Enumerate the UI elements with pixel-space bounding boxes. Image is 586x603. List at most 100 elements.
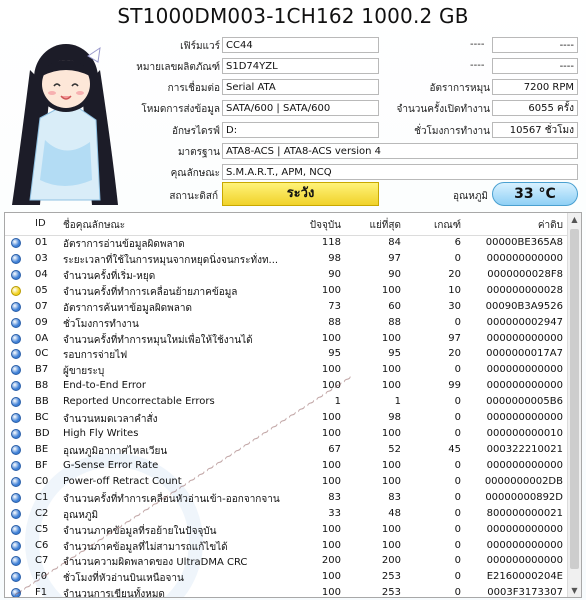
attribute-name: ผู้ขายระบุ (63, 366, 105, 378)
attribute-threshold: 0 (454, 412, 461, 424)
attribute-id: B8 (35, 380, 49, 392)
temperature-button[interactable]: 33 °C (492, 182, 578, 206)
crystaldiskinfo-window: ST1000DM003-1CH162 1000.2 GB เฟิร์มแวร์ … (0, 0, 586, 603)
attribute-name: อัตราการค้นหาข้อมูลผิดพลาด (63, 302, 193, 314)
table-row[interactable]: C0 Power-off Retract Count 100 100 0 00000000… (5, 474, 569, 490)
status-dot-icon (11, 253, 21, 264)
table-row[interactable]: 07 อัตราการค้นหาข้อมูลผิดพลาด 73 60 30 00090B… (5, 299, 569, 315)
table-row[interactable]: 04 จำนวนครั้งที่เริ่ม-หยุด 90 90 20 000000002… (5, 267, 569, 283)
attribute-id: BE (35, 443, 49, 455)
attribute-name: จำนวนภาคข้อมูลที่ไม่สามารถแก้ไขได้ (63, 541, 228, 553)
status-dot-icon (11, 301, 21, 312)
header-threshold[interactable]: เกณฑ์ (434, 218, 461, 233)
scroll-down-icon[interactable]: ▼ (568, 584, 581, 597)
vertical-scrollbar[interactable]: ▲ ▼ (567, 213, 581, 597)
attribute-raw: 0000000002DB (484, 475, 563, 487)
status-dot-icon (11, 397, 21, 408)
attribute-id: 01 (35, 237, 48, 248)
attribute-threshold: 0 (454, 428, 461, 440)
attribute-raw: 00000BE365A8 (485, 237, 563, 248)
attribute-name: รอบการจ่ายไฟ (63, 350, 128, 362)
table-row[interactable]: 0C รอบการจ่ายไฟ 95 95 20 0000000017A7 (5, 346, 569, 362)
attribute-raw: 0000000017A7 (486, 348, 563, 360)
attribute-raw: 00000000892D (485, 491, 563, 503)
table-row[interactable]: B8 End-to-End Error 100 100 99 000000000000 (5, 378, 569, 394)
header-worst[interactable]: แย่ที่สุด (370, 218, 402, 233)
table-row[interactable]: 0A จำนวนครั้งที่ทำการหมุนใหม่เพื่อให้ใช้ง… (5, 331, 569, 347)
features-label: คุณลักษณะ (170, 168, 220, 179)
table-row[interactable]: 01 อัตราการอ่านข้อมูลผิดพลาด 118 84 6 00000BE… (5, 235, 569, 251)
attribute-current: 67 (328, 443, 341, 455)
table-row[interactable]: C5 จำนวนภาคข้อมูลที่รอย้ายในปัจจุบัน 100 10… (5, 522, 569, 538)
attribute-worst: 90 (388, 268, 401, 280)
table-row[interactable]: 09 ชั่วโมงการทำงาน 88 88 0 000000002947 (5, 315, 569, 331)
table-body: 01 อัตราการอ่านข้อมูลผิดพลาด 118 84 6 00000BE… (5, 235, 569, 598)
power-on-count-label: จำนวนครั้งเปิดทำงาน (396, 104, 490, 115)
empty-value-1: ---- (470, 39, 485, 50)
attribute-id: B7 (35, 364, 49, 376)
attribute-id: BF (35, 459, 48, 471)
attribute-worst: 98 (388, 412, 401, 424)
attribute-name: ชั่วโมงที่หัวอ่านบินเหนือจาน (63, 573, 184, 585)
table-row[interactable]: BB Reported Uncorrectable Errors 1 1 0 000000… (5, 394, 569, 410)
empty-field-2: ---- (492, 58, 578, 74)
attribute-raw: 0000000028F8 (487, 268, 563, 280)
attribute-threshold: 10 (448, 284, 461, 296)
attribute-id: 0A (35, 332, 49, 344)
header-raw[interactable]: ค่าดิบ (538, 218, 563, 233)
empty-field-1: ---- (492, 37, 578, 53)
interface-field: Serial ATA (222, 79, 379, 95)
attribute-threshold: 0 (454, 571, 461, 583)
attribute-threshold: 99 (448, 380, 461, 392)
drive-letter-field: D: (222, 122, 379, 138)
table-row[interactable]: BE อุณหภูมิอากาศไหลเวียน 67 52 45 00032221002… (5, 442, 569, 458)
attribute-worst: 253 (381, 587, 401, 598)
table-row[interactable]: F1 จำนวนการเขียนทั้งหมด 100 253 0 0003F317330… (5, 585, 569, 598)
attribute-threshold: 97 (448, 332, 461, 344)
table-row[interactable]: F0 ชั่วโมงที่หัวอ่านบินเหนือจาน 100 253 0 E21… (5, 569, 569, 585)
health-status-button[interactable]: ระวัง (222, 182, 379, 206)
table-row[interactable]: BF G-Sense Error Rate 100 100 0 000000000000 (5, 458, 569, 474)
table-row[interactable]: B7 ผู้ขายระบุ 100 100 0 000000000000 (5, 362, 569, 378)
attribute-threshold: 0 (454, 555, 461, 567)
scroll-thumb[interactable] (570, 229, 579, 569)
attribute-threshold: 20 (448, 268, 461, 280)
table-row[interactable]: C6 จำนวนภาคข้อมูลที่ไม่สามารถแก้ไขได้ 100 1… (5, 538, 569, 554)
table-row[interactable]: C1 จำนวนครั้งที่ทำการเคลื่อนหัวอ่านเข้า-อ… (5, 490, 569, 506)
table-row[interactable]: C7 จำนวนความผิดพลาดของ UltraDMA CRC 200 200… (5, 553, 569, 569)
transfer-mode-field: SATA/600 | SATA/600 (222, 100, 379, 116)
power-on-hours-field: 10567 ชั่วโมง (492, 122, 578, 138)
table-row[interactable]: C2 อุณหภูมิ 33 48 0 800000000021 (5, 506, 569, 522)
attribute-name: จำนวนครั้งที่เริ่ม-หยุด (63, 270, 156, 282)
attribute-current: 90 (328, 268, 341, 280)
table-row[interactable]: BD High Fly Writes 100 100 0 000000000010 (5, 426, 569, 442)
attribute-raw: 000000000000 (486, 555, 563, 567)
smart-attribute-table[interactable]: ID ชื่อคุณลักษณะ ปัจจุบัน แย่ที่สุด เกณฑ… (4, 212, 582, 598)
empty-value-2: ---- (470, 60, 485, 71)
scroll-up-icon[interactable]: ▲ (568, 213, 581, 226)
attribute-worst: 48 (388, 507, 401, 519)
header-current[interactable]: ปัจจุบัน (310, 218, 341, 233)
attribute-worst: 84 (388, 237, 401, 248)
attribute-name: ชั่วโมงการทำงาน (63, 318, 139, 330)
status-dot-icon (11, 460, 21, 471)
table-row[interactable]: BC จำนวนหมดเวลาคำสั่ง 100 98 0 000000000000 (5, 410, 569, 426)
attribute-threshold: 0 (454, 252, 461, 264)
attribute-id: C6 (35, 539, 49, 551)
table-row[interactable]: 03 ระยะเวลาที่ใช้ในการหมุนจากหยุดนิ่งจนกร… (5, 251, 569, 267)
standard-label: มาตรฐาน (177, 147, 220, 158)
attribute-id: 05 (35, 284, 48, 296)
attribute-id: C5 (35, 523, 49, 535)
attribute-worst: 100 (381, 475, 401, 487)
attribute-current: 98 (328, 252, 341, 264)
attribute-current: 100 (321, 587, 341, 598)
header-name[interactable]: ชื่อคุณลักษณะ (63, 218, 125, 233)
status-dot-icon (11, 317, 21, 328)
firmware-field: CC44 (222, 37, 379, 53)
header-id[interactable]: ID (35, 218, 46, 229)
attribute-worst: 100 (381, 523, 401, 535)
attribute-threshold: 0 (454, 396, 461, 408)
attribute-current: 100 (321, 459, 341, 471)
attribute-current: 118 (321, 237, 341, 248)
table-row[interactable]: 05 จำนวนครั้งที่ทำการเคลื่อนย้ายภาคข้อมูล… (5, 283, 569, 299)
